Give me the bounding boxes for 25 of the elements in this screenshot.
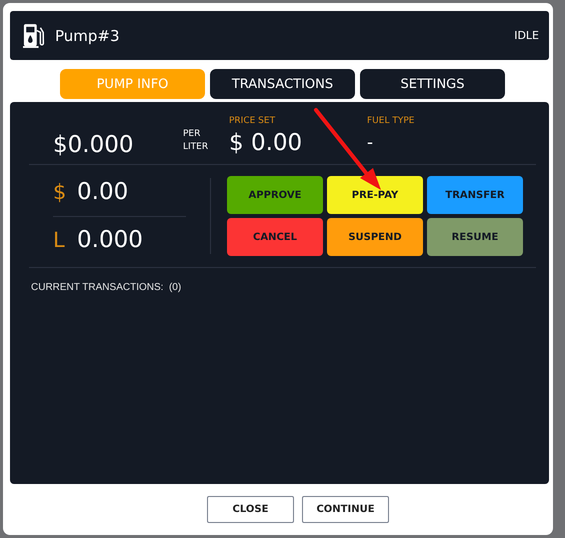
fuel-type-value: - — [367, 132, 374, 153]
tab[interactable]: SETTINGS — [360, 69, 505, 99]
unit-price: $0.000 — [53, 132, 134, 158]
field-label: FUEL TYPE — [367, 116, 414, 126]
unit-symbol: L — [53, 228, 66, 252]
dialog-button[interactable]: CONTINUE — [302, 496, 389, 523]
dialog-button[interactable]: CLOSE — [207, 496, 294, 523]
action-button[interactable]: PRE-PAY — [327, 176, 423, 214]
unit-symbol: $ — [53, 180, 68, 204]
unit-label: PER — [183, 128, 202, 141]
action-button[interactable]: APPROVE — [227, 176, 323, 214]
window-title: Pump#3 — [55, 26, 121, 44]
total-value: 0.00 — [77, 179, 128, 205]
total-value: 0.000 — [77, 227, 143, 253]
action-button[interactable]: CANCEL — [227, 218, 323, 256]
action-button[interactable]: RESUME — [427, 218, 523, 256]
fuel-pump-icon — [23, 22, 45, 48]
action-button[interactable]: TRANSFER — [427, 176, 523, 214]
tab[interactable]: TRANSACTIONS — [210, 69, 355, 99]
pump-status: IDLE — [514, 29, 539, 42]
price-set-value: $ 0.00 — [229, 130, 304, 156]
current-transactions-label: CURRENT TRANSACTIONS: (0) — [31, 282, 182, 293]
action-button[interactable]: SUSPEND — [327, 218, 423, 256]
field-label: PRICE SET — [229, 116, 276, 126]
unit-label: LITER — [183, 141, 210, 154]
